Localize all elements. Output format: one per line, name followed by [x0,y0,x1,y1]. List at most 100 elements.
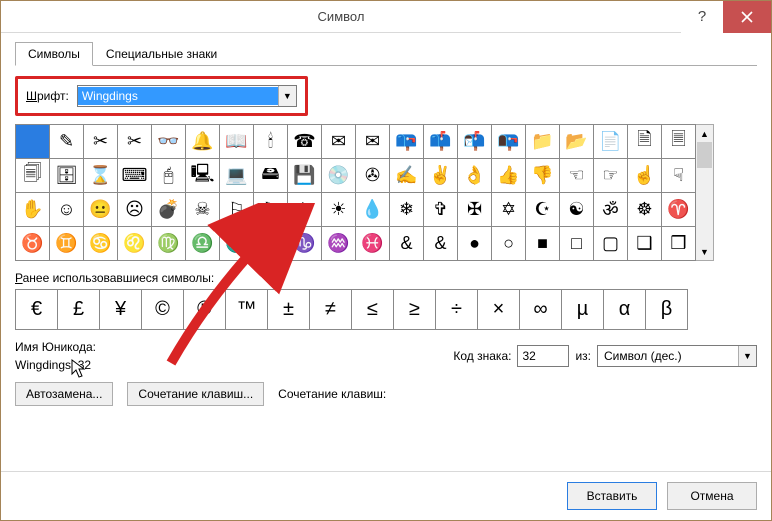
symbol-cell[interactable]: 🗏 [662,125,696,159]
symbol-cell[interactable]: 💧 [356,193,390,227]
symbol-cell[interactable]: ♌ [118,227,152,261]
recent-symbol-cell[interactable]: ÷ [436,290,478,330]
symbol-cell[interactable]: ○ [492,227,526,261]
recent-symbol-cell[interactable]: α [604,290,646,330]
recent-symbol-cell[interactable]: µ [562,290,604,330]
symbol-cell[interactable]: 📫 [424,125,458,159]
symbol-cell[interactable]: 📬 [458,125,492,159]
symbol-cell[interactable]: ☸ [628,193,662,227]
symbol-cell[interactable]: 📭 [492,125,526,159]
recent-symbol-cell[interactable]: ≤ [352,290,394,330]
symbol-cell[interactable]: 🖰 [152,159,186,193]
symbol-cell[interactable]: 🕯 [254,125,288,159]
recent-symbol-cell[interactable]: € [16,290,58,330]
recent-symbol-cell[interactable]: ¥ [100,290,142,330]
symbol-cell[interactable]: ☪ [526,193,560,227]
symbol-cell[interactable]: ♋ [84,227,118,261]
symbol-cell[interactable]: ✞ [424,193,458,227]
symbol-cell[interactable]: 📪 [390,125,424,159]
symbol-cell[interactable] [16,125,50,159]
symbol-cell[interactable]: ☞ [594,159,628,193]
tab-special[interactable]: Специальные знаки [93,42,230,66]
insert-button[interactable]: Вставить [567,482,657,510]
symbol-cell[interactable]: 💾 [288,159,322,193]
symbol-cell[interactable]: ☎ [288,125,322,159]
font-select[interactable]: ▼ [77,85,297,107]
symbol-cell[interactable]: 🗐 [16,159,50,193]
symbol-cell[interactable]: ✎ [50,125,84,159]
symbol-cell[interactable]: ☺ [50,193,84,227]
symbol-cell[interactable]: 🗄 [50,159,84,193]
symbol-cell[interactable]: ❑ [628,227,662,261]
symbol-cell[interactable]: ॐ [594,193,628,227]
symbol-cell[interactable]: 📄 [594,125,628,159]
recent-symbol-cell[interactable]: ± [268,290,310,330]
scrollbar-vertical[interactable]: ▲ ▼ [696,124,714,261]
symbol-cell[interactable]: ♎ [186,227,220,261]
symbol-cell[interactable]: 👍 [492,159,526,193]
recent-symbol-cell[interactable]: ≠ [310,290,352,330]
symbol-cell[interactable]: 👓 [152,125,186,159]
from-select[interactable]: Символ (дес.) ▼ [597,345,757,367]
autocorrect-button[interactable]: Автозамена... [15,382,113,406]
symbol-cell[interactable]: ☀ [322,193,356,227]
symbol-cell[interactable]: ✍ [390,159,424,193]
chevron-down-icon[interactable]: ▼ [278,86,296,106]
scroll-track[interactable] [696,142,713,243]
scroll-thumb[interactable] [697,142,712,168]
font-input[interactable] [78,87,278,105]
symbol-cell[interactable]: ▢ [594,227,628,261]
symbol-cell[interactable]: 🖴 [254,159,288,193]
symbol-cell[interactable]: ♏ [220,227,254,261]
recent-symbol-cell[interactable]: ∞ [520,290,562,330]
symbol-cell[interactable]: ⌨ [118,159,152,193]
recent-symbol-cell[interactable]: © [142,290,184,330]
symbol-cell[interactable]: ● [458,227,492,261]
recent-symbol-cell[interactable]: × [478,290,520,330]
symbol-cell[interactable]: ♑ [288,227,322,261]
cancel-button[interactable]: Отмена [667,482,757,510]
symbol-cell[interactable]: 👎 [526,159,560,193]
symbol-cell[interactable]: ✠ [458,193,492,227]
symbol-cell[interactable]: 📖 [220,125,254,159]
symbol-cell[interactable]: ✂ [84,125,118,159]
recent-symbol-cell[interactable]: ™ [226,290,268,330]
scroll-down-arrow[interactable]: ▼ [696,243,713,260]
scroll-up-arrow[interactable]: ▲ [696,125,713,142]
symbol-cell[interactable]: ☹ [118,193,152,227]
symbol-cell[interactable]: ✌ [424,159,458,193]
shortcut-button[interactable]: Сочетание клавиш... [127,382,264,406]
recent-symbol-cell[interactable]: ≥ [394,290,436,330]
symbol-cell[interactable]: 💿 [322,159,356,193]
symbol-cell[interactable]: ☟ [662,159,696,193]
symbol-cell[interactable]: ♉ [16,227,50,261]
symbol-cell[interactable]: ✇ [356,159,390,193]
symbol-cell[interactable]: ⌛ [84,159,118,193]
symbol-cell[interactable]: ♈ [662,193,696,227]
symbol-cell[interactable]: ❒ [662,227,696,261]
help-button[interactable]: ? [681,1,723,33]
symbol-cell[interactable]: ♍ [152,227,186,261]
symbol-cell[interactable]: ✂ [118,125,152,159]
symbol-cell[interactable]: & [424,227,458,261]
symbol-cell[interactable]: 📁 [526,125,560,159]
close-button[interactable] [723,1,771,33]
symbol-cell[interactable]: 📂 [560,125,594,159]
code-input[interactable] [517,345,569,367]
symbol-cell[interactable]: ✈ [288,193,322,227]
symbol-cell[interactable]: ❄ [390,193,424,227]
symbol-cell[interactable]: ☯ [560,193,594,227]
symbol-cell[interactable]: ♒ [322,227,356,261]
symbol-cell[interactable]: ♐ [254,227,288,261]
symbol-cell[interactable]: ⚐ [220,193,254,227]
symbol-cell[interactable]: 👌 [458,159,492,193]
symbol-cell[interactable]: ⚑ [254,193,288,227]
recent-symbol-cell[interactable]: ® [184,290,226,330]
symbol-cell[interactable]: ✉ [322,125,356,159]
chevron-down-icon[interactable]: ▼ [738,346,756,366]
symbol-cell[interactable]: ☜ [560,159,594,193]
symbol-cell[interactable]: ✉ [356,125,390,159]
symbol-cell[interactable]: 🗎 [628,125,662,159]
symbol-cell[interactable]: 💻 [220,159,254,193]
symbol-cell[interactable]: ♓ [356,227,390,261]
